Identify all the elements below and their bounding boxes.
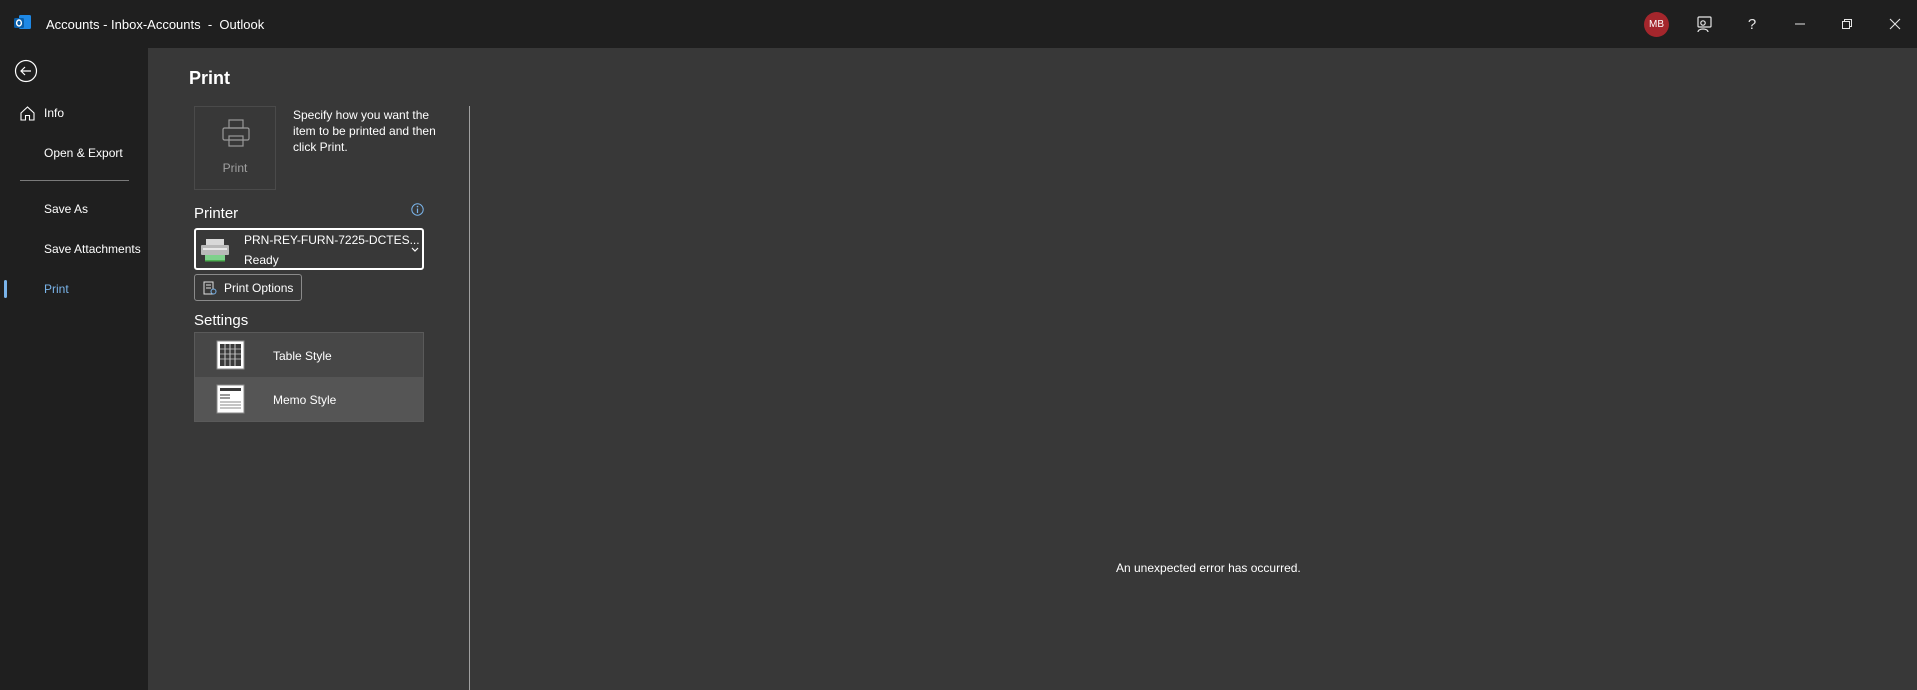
settings-section-label: Settings <box>194 312 249 329</box>
feedback-button[interactable] <box>1680 0 1728 48</box>
feedback-icon <box>1697 16 1712 33</box>
nav-item-label: Save As <box>44 202 89 216</box>
printer-dropdown[interactable]: PRN-REY-FURN-7225-DCTES... Ready <box>194 228 424 270</box>
title-bar: Accounts - Inbox-Accounts - Outlook MB ? <box>0 0 1917 48</box>
outlook-logo-icon <box>14 15 31 29</box>
style-option-memo[interactable]: Memo Style <box>195 377 423 421</box>
restore-icon <box>1842 19 1852 29</box>
window-title: Accounts - Inbox-Accounts - Outlook <box>46 17 265 32</box>
nav-item-label: Open & Export <box>44 146 123 160</box>
avatar-initials: MB <box>1649 19 1664 30</box>
print-button[interactable]: Print <box>194 106 276 190</box>
help-button[interactable]: ? <box>1728 0 1776 48</box>
nav-item-label: Save Attachments <box>44 242 141 256</box>
nav-item-label: Info <box>44 106 65 120</box>
nav-item-save-attachments[interactable]: Save Attachments <box>0 233 148 265</box>
print-options-label: Print Options <box>224 281 294 295</box>
chevron-down-icon <box>411 247 419 252</box>
print-options-icon <box>203 281 217 295</box>
backstage-nav: Info Open & Export Save As Save Attachme… <box>0 48 148 690</box>
pane-divider <box>469 106 470 690</box>
printer-section-label: Printer <box>194 205 239 222</box>
info-icon[interactable] <box>411 203 424 216</box>
active-indicator <box>4 280 7 298</box>
help-icon: ? <box>1747 15 1757 33</box>
print-description: Specify how you want the item to be prin… <box>293 108 436 154</box>
printer-name: PRN-REY-FURN-7225-DCTES... <box>244 233 420 247</box>
printer-device-icon <box>201 239 229 262</box>
style-option-table[interactable]: Table Style <box>195 333 423 377</box>
close-icon <box>1889 18 1901 30</box>
style-option-label: Memo Style <box>273 393 337 407</box>
print-pane: Print Print Specify how you want the ite… <box>148 48 1917 690</box>
print-style-list: Table Style Memo Style <box>194 332 424 422</box>
nav-item-print[interactable]: Print <box>0 273 148 305</box>
back-arrow-icon[interactable] <box>14 59 38 83</box>
page-title: Print <box>189 68 231 88</box>
table-style-icon <box>216 340 245 370</box>
account-avatar[interactable]: MB <box>1644 12 1669 37</box>
print-options-button[interactable]: Print Options <box>194 274 302 301</box>
preview-error-message: An unexpected error has occurred. <box>1116 561 1301 575</box>
nav-item-info[interactable]: Info <box>0 97 148 129</box>
restore-button[interactable] <box>1823 0 1871 48</box>
nav-divider <box>20 180 129 181</box>
home-icon <box>20 106 35 121</box>
nav-item-label: Print <box>44 282 69 296</box>
style-option-label: Table Style <box>273 349 332 363</box>
printer-icon <box>222 119 250 147</box>
printer-status: Ready <box>244 253 279 267</box>
memo-style-icon <box>216 384 245 414</box>
minimize-button[interactable] <box>1776 0 1824 48</box>
nav-item-save-as[interactable]: Save As <box>0 193 148 225</box>
minimize-icon <box>1795 23 1805 25</box>
nav-item-open-export[interactable]: Open & Export <box>0 137 148 169</box>
close-button[interactable] <box>1871 0 1917 48</box>
print-button-label: Print <box>222 161 248 175</box>
